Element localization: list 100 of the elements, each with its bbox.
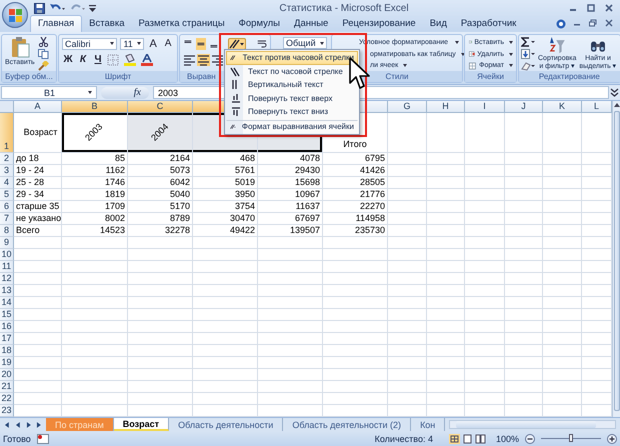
expand-icon[interactable] [610, 88, 619, 98]
copy-icon[interactable] [38, 49, 49, 59]
row-header[interactable]: 22 [0, 393, 14, 405]
zoom-slider-thumb[interactable] [569, 434, 573, 442]
help-icon[interactable] [556, 19, 566, 29]
zoom-out-icon[interactable] [525, 434, 535, 444]
wrap-text-icon[interactable] [257, 38, 267, 50]
sum-icon[interactable] [521, 37, 535, 47]
grow-font-button[interactable]: A [147, 38, 160, 50]
table-cell [427, 165, 465, 177]
font-color-icon[interactable] [140, 54, 154, 66]
underline-button[interactable]: Ч [92, 54, 104, 65]
page-layout-icon[interactable] [462, 434, 473, 444]
close-icon[interactable] [604, 4, 614, 12]
row-header[interactable]: 23 [0, 405, 14, 417]
ribbon-tab[interactable]: Формулы [232, 16, 288, 32]
column-header[interactable]: H [427, 101, 465, 113]
row-header[interactable]: 1 [0, 113, 14, 153]
table-cell [427, 285, 465, 297]
insert-function-button[interactable]: fx [101, 86, 149, 98]
ribbon-tab[interactable]: Разметка страницы [131, 16, 232, 32]
row-header[interactable]: 10 [0, 249, 14, 261]
table-cell [128, 321, 193, 333]
eraser-icon[interactable] [521, 61, 535, 71]
table-cell [258, 237, 323, 249]
italic-button[interactable]: К [77, 54, 89, 65]
row-header[interactable]: 11 [0, 261, 14, 273]
row-header[interactable]: 9 [0, 237, 14, 249]
table-cell: 3754 [193, 201, 258, 213]
column-header[interactable]: A [14, 101, 62, 113]
column-header[interactable]: L [582, 101, 612, 113]
column-header[interactable]: I [465, 101, 505, 113]
row-header[interactable]: 18 [0, 345, 14, 357]
row-header[interactable]: 21 [0, 381, 14, 393]
row-header[interactable]: 20 [0, 369, 14, 381]
table-cell [193, 309, 258, 321]
scissors-icon[interactable] [38, 37, 49, 47]
table-cell: Всего [14, 225, 62, 237]
bold-button[interactable]: Ж [62, 54, 74, 65]
row-header[interactable]: 5 [0, 189, 14, 201]
column-header[interactable]: K [543, 101, 582, 113]
borders-icon[interactable] [107, 54, 120, 66]
text-direction-icon [230, 92, 242, 104]
row-header[interactable]: 7 [0, 213, 14, 225]
table-cell [543, 381, 582, 393]
page-break-icon[interactable] [474, 434, 486, 444]
zoom-in-icon[interactable] [607, 434, 617, 444]
ribbon-tab[interactable]: Главная [30, 15, 82, 32]
brush-icon[interactable] [38, 61, 49, 71]
customize-caret-icon[interactable] [89, 4, 96, 12]
row-header[interactable]: 4 [0, 177, 14, 189]
row-header[interactable]: 12 [0, 273, 14, 285]
table-cell: 49422 [193, 225, 258, 237]
row-header[interactable]: 6 [0, 201, 14, 213]
ribbon-tab[interactable]: Данные [287, 16, 336, 32]
row-header[interactable]: 2 [0, 153, 14, 165]
row-header[interactable]: 19 [0, 357, 14, 369]
row-header[interactable]: 14 [0, 297, 14, 309]
column-header[interactable]: C [128, 101, 193, 113]
table-cell [465, 381, 505, 393]
horizontal-align-icon[interactable] [197, 54, 210, 66]
orientation-button[interactable] [228, 38, 246, 50]
table-cell [14, 249, 62, 261]
font-name-field[interactable]: Calibri [62, 38, 118, 50]
column-header[interactable]: G [388, 101, 427, 113]
normal-view-icon[interactable] [448, 434, 460, 444]
ribbon-tab[interactable]: Разработчик [454, 16, 524, 32]
close-icon[interactable] [604, 19, 614, 27]
sheet-tab[interactable]: Возраст [114, 418, 170, 431]
save-icon[interactable] [34, 2, 45, 14]
table-cell [465, 261, 505, 273]
fill-color-icon[interactable] [123, 54, 137, 66]
office-button[interactable] [2, 2, 28, 28]
macro-record-icon[interactable] [36, 434, 49, 444]
row-header[interactable]: 3 [0, 165, 14, 177]
number-format-field[interactable]: Общий [283, 37, 327, 49]
horizontal-align-icon[interactable] [211, 54, 224, 66]
horizontal-align-icon[interactable] [183, 54, 196, 66]
shrink-font-button[interactable]: A [162, 38, 174, 49]
fill-down-icon[interactable] [521, 49, 535, 59]
table-cell: 6795 [323, 153, 388, 165]
column-header[interactable]: J [505, 101, 543, 113]
menu-item[interactable]: Формат выравнивания ячейки [226, 120, 358, 133]
font-size-field[interactable]: 11 [120, 38, 144, 50]
table-cell [465, 297, 505, 309]
name-box[interactable]: B1 [1, 86, 97, 99]
ribbon-tab[interactable]: Вид [422, 16, 454, 32]
table-cell [128, 345, 193, 357]
horizontal-scrollbar[interactable] [449, 420, 616, 429]
row-header[interactable]: 15 [0, 309, 14, 321]
row-header[interactable]: 16 [0, 321, 14, 333]
ribbon-tab[interactable]: Вставка [82, 16, 132, 32]
vertical-align-icon[interactable] [196, 38, 206, 50]
zoom-level-text[interactable]: 100% [496, 434, 519, 444]
table-cell [505, 369, 543, 381]
row-header[interactable]: 17 [0, 333, 14, 345]
row-header[interactable]: 8 [0, 225, 14, 237]
column-header[interactable]: B [62, 101, 128, 113]
ribbon-tab[interactable]: Рецензирование [335, 16, 423, 32]
row-header[interactable]: 13 [0, 285, 14, 297]
